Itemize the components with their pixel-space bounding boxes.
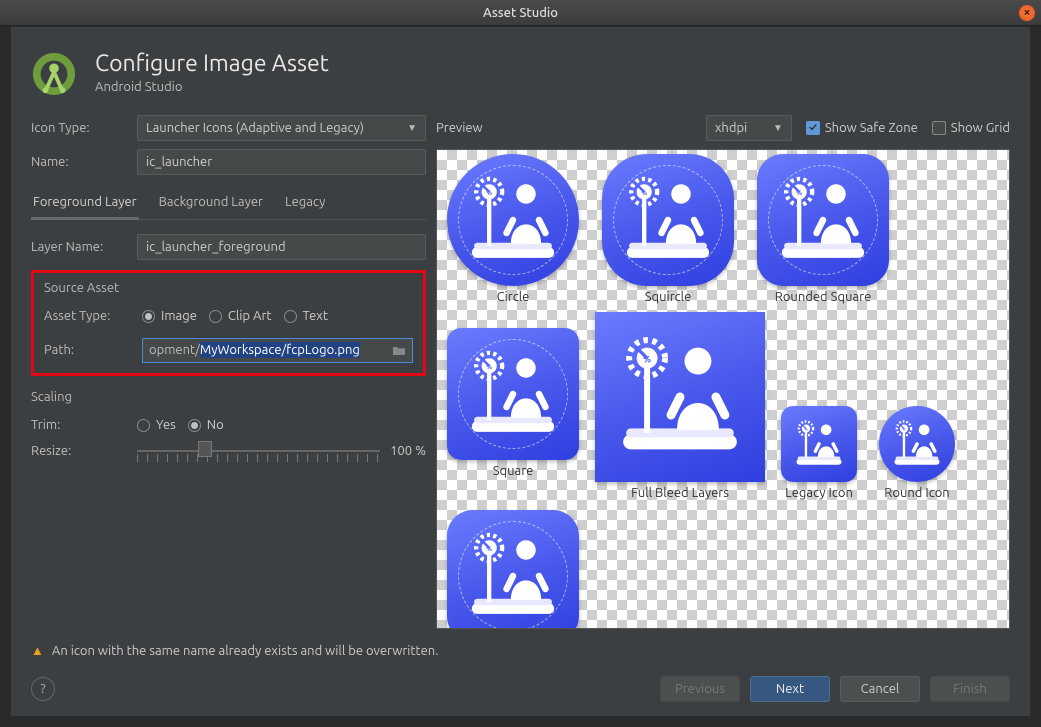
resize-slider[interactable] <box>137 438 380 464</box>
radio-icon <box>284 310 297 323</box>
resize-label: Resize: <box>31 444 129 458</box>
layer-name-input[interactable]: ic_launcher_foreground <box>137 234 426 260</box>
path-label: Path: <box>44 343 134 357</box>
header-banner: Configure Image Asset Android Studio <box>11 27 1030 115</box>
warning-row: ▲ An icon with the same name already exi… <box>11 629 1030 666</box>
close-icon[interactable] <box>1019 5 1035 21</box>
caption-squircle: Squircle <box>602 290 734 304</box>
source-asset-section: Source Asset Asset Type: Image Clip Art <box>31 270 426 376</box>
main-row: Icon Type: Launcher Icons (Adaptive and … <box>11 115 1030 629</box>
icon-type-select[interactable]: Launcher Icons (Adaptive and Legacy) ▼ <box>137 115 426 141</box>
scaling-section: Scaling Trim: Yes No <box>31 390 426 464</box>
finish-button[interactable]: Finish <box>930 676 1010 702</box>
checkbox-icon <box>932 121 946 135</box>
tab-foreground-layer[interactable]: Foreground Layer <box>31 189 139 220</box>
footer: ? Previous Next Cancel Finish <box>11 666 1030 716</box>
page-title: Configure Image Asset <box>95 51 329 76</box>
android-studio-icon <box>31 51 77 97</box>
caption-fullbleed: Full Bleed Layers <box>595 486 765 500</box>
dialog-body: Configure Image Asset Android Studio Ico… <box>10 26 1031 717</box>
asset-type-radio-group: Image Clip Art Text <box>142 309 328 323</box>
icon-type-value: Launcher Icons (Adaptive and Legacy) <box>146 121 364 135</box>
source-asset-title: Source Asset <box>44 281 413 295</box>
warning-icon: ▲ <box>31 643 44 658</box>
preview-canvas: Circle Squircle Rounded Square Square <box>436 149 1010 629</box>
next-button[interactable]: Next <box>750 676 830 702</box>
density-select[interactable]: xhdpi ▼ <box>706 115 792 141</box>
trim-label: Trim: <box>31 418 129 432</box>
radio-checked-icon <box>142 310 155 323</box>
trim-no-radio[interactable]: No <box>188 418 224 432</box>
icon-type-label: Icon Type: <box>31 121 129 135</box>
checkbox-checked-icon <box>806 121 820 135</box>
caption-legacy: Legacy Icon <box>781 486 857 500</box>
path-input[interactable]: opment/MyWorkspace/fcpLogo.png <box>142 338 413 363</box>
window-titlebar: Asset Studio <box>0 0 1041 26</box>
slider-thumb-icon <box>198 441 212 457</box>
radio-icon <box>137 419 150 432</box>
preview-panel: Preview xhdpi ▼ Show Safe Zone Show Grid <box>436 115 1010 629</box>
cancel-button[interactable]: Cancel <box>840 676 920 702</box>
page-subtitle: Android Studio <box>95 80 329 94</box>
window-title: Asset Studio <box>483 6 558 20</box>
layer-name-label: Layer Name: <box>31 240 129 254</box>
preview-label: Preview <box>436 121 483 135</box>
folder-icon[interactable] <box>390 343 408 359</box>
previous-button[interactable]: Previous <box>660 676 740 702</box>
help-button[interactable]: ? <box>31 677 55 701</box>
caption-square: Square <box>447 464 579 478</box>
asset-type-text-radio[interactable]: Text <box>284 309 328 323</box>
name-label: Name: <box>31 155 129 169</box>
warning-text: An icon with the same name already exist… <box>52 644 439 658</box>
caption-round: Round Icon <box>879 486 955 500</box>
show-safezone-checkbox[interactable]: Show Safe Zone <box>806 121 918 135</box>
chevron-down-icon: ▼ <box>773 122 783 134</box>
tab-background-layer[interactable]: Background Layer <box>157 189 265 219</box>
show-grid-checkbox[interactable]: Show Grid <box>932 121 1010 135</box>
trim-yes-radio[interactable]: Yes <box>137 418 176 432</box>
tab-legacy[interactable]: Legacy <box>283 189 327 219</box>
asset-type-clipart-radio[interactable]: Clip Art <box>209 309 272 323</box>
asset-type-label: Asset Type: <box>44 309 134 323</box>
radio-icon <box>209 310 222 323</box>
caption-circle: Circle <box>447 290 579 304</box>
radio-checked-icon <box>188 419 201 432</box>
name-input[interactable]: ic_launcher <box>137 149 426 175</box>
chevron-down-icon: ▼ <box>407 122 417 134</box>
layer-tabs: Foreground Layer Background Layer Legacy <box>31 189 426 220</box>
asset-type-image-radio[interactable]: Image <box>142 309 197 323</box>
resize-value: 100 % <box>390 444 426 458</box>
form-panel: Icon Type: Launcher Icons (Adaptive and … <box>31 115 426 629</box>
scaling-title: Scaling <box>31 390 426 404</box>
caption-rounded-square: Rounded Square <box>757 290 889 304</box>
